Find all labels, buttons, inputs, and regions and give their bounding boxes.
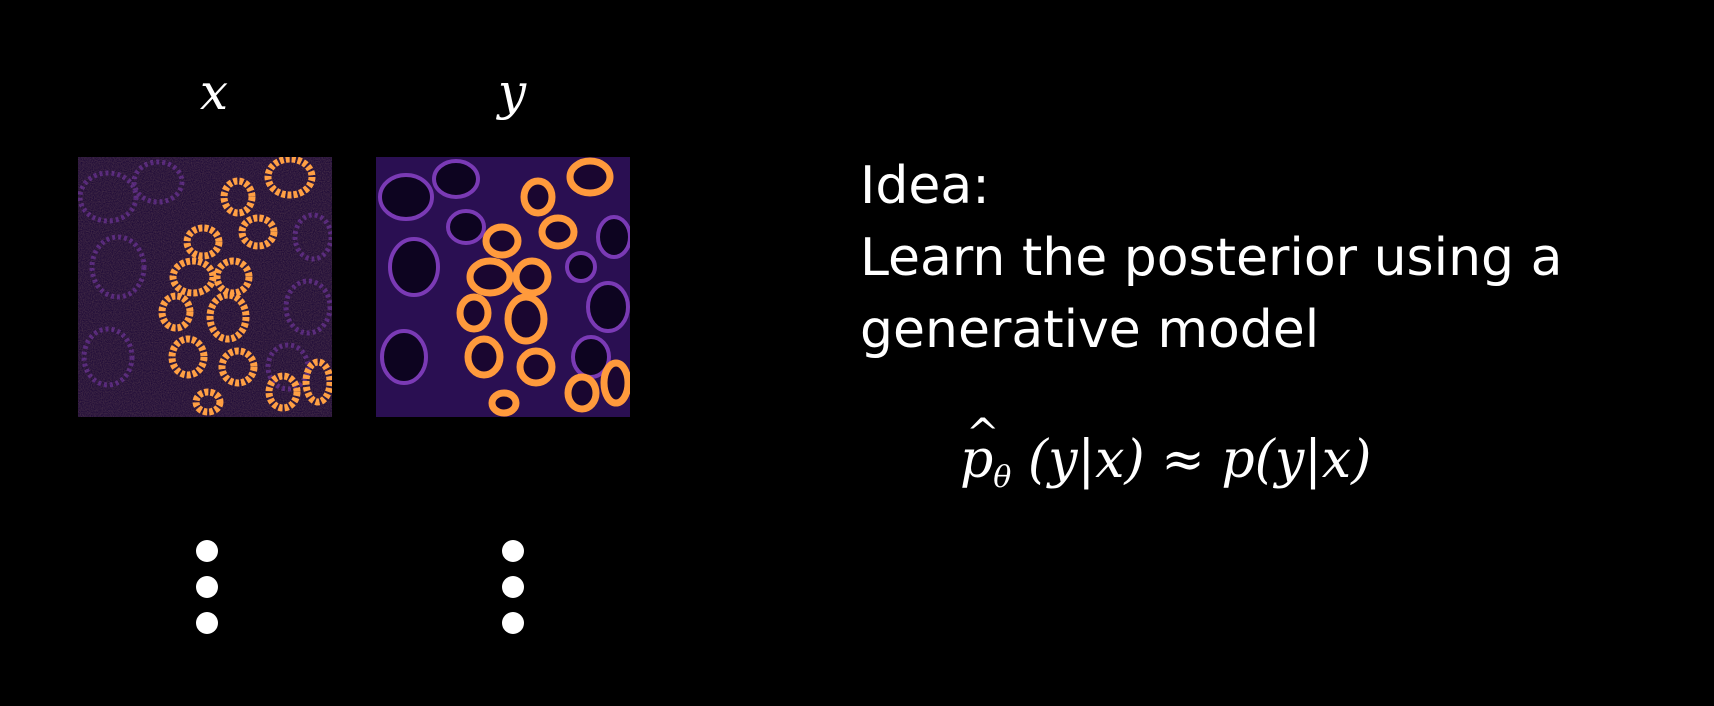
column-label-y: y [497, 63, 527, 121]
p-hat: ^ pθ [960, 411, 1011, 518]
vertical-ellipsis-x [196, 540, 220, 648]
vertical-ellipsis-y [502, 540, 526, 648]
rhs-expression: p(y|x) [1221, 430, 1372, 490]
dot [196, 612, 218, 634]
clean-micrograph-image [376, 157, 630, 417]
clean-micrograph [376, 157, 630, 417]
idea-line-2: generative model [860, 300, 1320, 360]
dot [502, 540, 524, 562]
dot [502, 612, 524, 634]
noisy-micrograph [78, 157, 332, 417]
column-label-x: x [199, 63, 229, 121]
dot [196, 540, 218, 562]
idea-heading: Idea: [860, 156, 990, 216]
approx-symbol: ≈ [1161, 430, 1205, 490]
lhs-args: (y|x) [1027, 430, 1145, 490]
noisy-micrograph-image [78, 157, 332, 417]
posterior-formula: ^ pθ (y|x) ≈ p(y|x) [960, 411, 1372, 500]
dot [196, 576, 218, 598]
hat-accent: ^ [966, 411, 1000, 457]
idea-line-1: Learn the posterior using a [860, 228, 1563, 288]
dot [502, 576, 524, 598]
idea-text: Idea: Learn the posterior using a genera… [860, 150, 1562, 366]
